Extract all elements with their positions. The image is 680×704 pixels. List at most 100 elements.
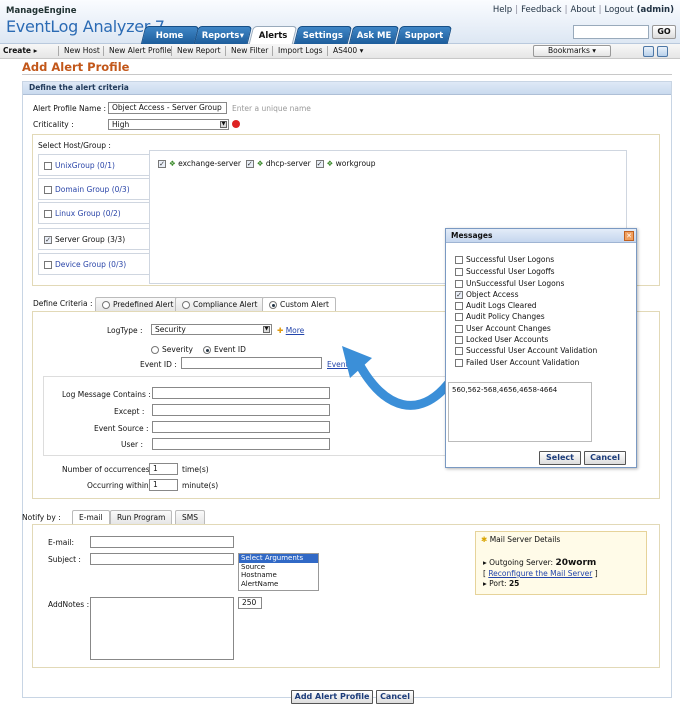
minimize-icon[interactable] (643, 46, 654, 57)
logtype-label: LogType : (107, 326, 143, 335)
create-menu[interactable]: Create ▸ (3, 44, 37, 58)
subject-label: Subject : (48, 555, 81, 564)
tab-custom-alert[interactable]: Custom Alert (262, 297, 336, 312)
msg-item[interactable]: Successful User Account Validation (455, 346, 597, 355)
argument-option[interactable]: Hostname (239, 571, 318, 580)
group-domain[interactable]: Domain Group (0/3) (38, 178, 150, 200)
more-link[interactable]: ✚ More (277, 326, 304, 335)
new-filter-link[interactable]: New Filter (231, 44, 268, 58)
radio-severity[interactable]: Severity (151, 345, 193, 354)
tab-home[interactable]: Home (140, 26, 200, 44)
host-dhcp: dhcp-server (265, 159, 311, 168)
brand-small: ManageEngine (6, 6, 77, 16)
tab-alerts[interactable]: Alerts (248, 26, 298, 44)
msg-item[interactable]: Locked User Accounts (455, 335, 548, 344)
occurrences-input[interactable]: 1 (149, 463, 178, 475)
group-server[interactable]: ✓ Server Group (3/3) (38, 228, 150, 250)
msg-item[interactable]: Audit Policy Changes (455, 312, 545, 321)
char-count: 250 (238, 597, 262, 609)
close-icon[interactable]: ✕ (624, 231, 634, 241)
within-unit: minute(s) (182, 481, 219, 490)
msg-item-checked[interactable]: ✓ Object Access (455, 290, 519, 299)
product-title: EventLog Analyzer 7 (6, 17, 165, 36)
tab-predefined-alert[interactable]: Predefined Alert (95, 297, 181, 311)
logtype-select[interactable]: Security ▼ (151, 324, 272, 335)
msg-item[interactable]: Audit Logs Cleared (455, 301, 537, 310)
critical-icon (232, 120, 240, 128)
profile-name-input[interactable]: Object Access - Server Group (108, 102, 227, 114)
arguments-list[interactable]: Select Arguments Source Hostname AlertNa… (238, 553, 319, 591)
logout-link[interactable]: Logout (601, 5, 636, 15)
port-info: ▸ Port: 25 (483, 579, 520, 588)
msg-item[interactable]: UnSuccessful User Logons (455, 279, 564, 288)
subject-input[interactable] (90, 553, 234, 565)
new-host-link[interactable]: New Host (64, 44, 100, 58)
messages-popup: Messages ✕ Successful User Logons Succes… (445, 228, 637, 468)
event-source-input[interactable] (152, 421, 330, 433)
event-id-input[interactable] (181, 357, 322, 369)
except-label: Except : (114, 407, 145, 416)
host-group-label: Select Host/Group : (38, 141, 111, 150)
group-unix[interactable]: UnixGroup (0/1) (38, 154, 150, 176)
user-label: User : (121, 440, 144, 449)
as400-menu[interactable]: AS400 ▾ (333, 44, 363, 58)
event-id-label: Event ID : (140, 360, 177, 369)
import-logs-link[interactable]: Import Logs (278, 44, 323, 58)
argument-option[interactable]: Source (239, 563, 318, 572)
msg-item[interactable]: Successful User Logons (455, 255, 554, 264)
host-exchange: exchange-server (178, 159, 241, 168)
tab-askme[interactable]: Ask ME (348, 26, 400, 44)
tab-run-program[interactable]: Run Program (110, 510, 173, 524)
email-input[interactable] (90, 536, 234, 548)
go-button[interactable]: GO (652, 25, 676, 39)
except-input[interactable] (152, 404, 330, 416)
page-title: Add Alert Profile (22, 60, 130, 74)
log-contains-input[interactable] (152, 387, 330, 399)
occurrences-label: Number of occurrences : (62, 465, 155, 474)
plus-icon: ✚ (277, 326, 284, 335)
popup-title: Messages (446, 229, 636, 243)
occurrences-unit: time(s) (182, 465, 209, 474)
mail-server-title: ✱ Mail Server Details (481, 535, 561, 544)
argument-option[interactable]: Select Arguments (239, 554, 318, 563)
tab-support[interactable]: Support (395, 26, 453, 44)
search-input[interactable] (573, 25, 649, 39)
server-icon: ❖ (256, 159, 264, 168)
reconfigure-link[interactable]: [ Reconfigure the Mail Server ] (483, 569, 598, 578)
within-input[interactable]: 1 (149, 479, 178, 491)
email-label: E-mail: (48, 538, 75, 547)
tab-email[interactable]: E-mail (72, 510, 110, 525)
outgoing-server: ▸ Outgoing Server: 20worm (483, 558, 597, 568)
msg-item[interactable]: User Account Changes (455, 324, 551, 333)
select-button[interactable]: Select (539, 451, 581, 465)
host-workgroup: workgroup (335, 159, 376, 168)
event-ids-textarea[interactable]: 560,562-568,4656,4658-4664 (448, 382, 592, 442)
criticality-select[interactable]: High ▼ (108, 119, 229, 130)
user-label: (admin) (636, 5, 674, 15)
new-report-link[interactable]: New Report (177, 44, 221, 58)
tab-settings[interactable]: Settings (293, 26, 353, 44)
popup-cancel-button[interactable]: Cancel (584, 451, 626, 465)
about-link[interactable]: About (567, 5, 598, 15)
define-criteria-label: Define Criteria : (33, 299, 93, 308)
group-device[interactable]: Device Group (0/3) (38, 253, 150, 275)
group-linux[interactable]: Linux Group (0/2) (38, 202, 150, 224)
bookmarks-button[interactable]: Bookmarks ▾ (533, 45, 611, 57)
new-alert-profile-link[interactable]: New Alert Profile (109, 44, 171, 58)
feedback-link[interactable]: Feedback (518, 5, 564, 15)
tab-reports[interactable]: Reports ▾ (193, 26, 253, 44)
argument-option[interactable]: AlertName (239, 580, 318, 589)
profile-name-label: Alert Profile Name : (33, 104, 106, 113)
msg-item[interactable]: Successful User Logoffs (455, 267, 555, 276)
radio-event-id[interactable]: Event ID (203, 345, 246, 354)
help-link[interactable]: Help (490, 5, 515, 15)
section-header: Define the alert criteria (23, 82, 671, 95)
msg-item[interactable]: Failed User Account Validation (455, 358, 579, 367)
addnotes-label: AddNotes : (48, 600, 90, 609)
user-input[interactable] (152, 438, 330, 450)
addnotes-textarea[interactable] (90, 597, 234, 660)
restore-icon[interactable] (657, 46, 668, 57)
server-icon: ❖ (169, 159, 176, 168)
tab-compliance-alert[interactable]: Compliance Alert (175, 297, 265, 311)
tab-sms[interactable]: SMS (175, 510, 205, 524)
